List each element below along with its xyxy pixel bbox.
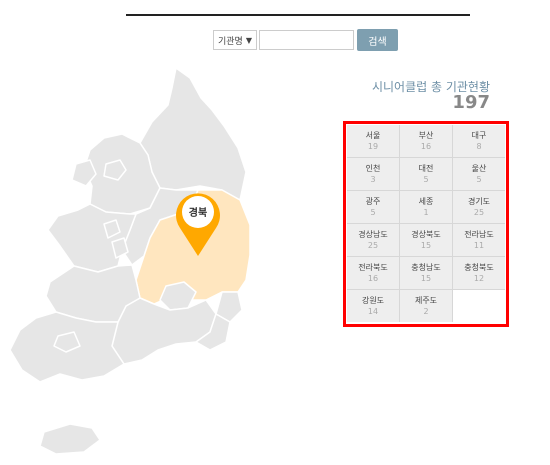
search-input[interactable] bbox=[259, 30, 354, 50]
region-cell[interactable]: 전라남도 11 bbox=[453, 224, 505, 256]
top-divider bbox=[126, 14, 470, 16]
region-name: 전라북도 bbox=[358, 263, 388, 272]
region-cell[interactable]: 광주 5 bbox=[347, 191, 399, 223]
region-name: 부산 bbox=[418, 131, 434, 140]
search-type-value: 기관명 bbox=[218, 36, 243, 47]
region-count: 16 bbox=[420, 142, 432, 151]
region-name: 경상북도 bbox=[411, 230, 441, 239]
region-cell[interactable]: 전라북도 16 bbox=[347, 257, 399, 289]
region-name: 경기도 bbox=[467, 197, 491, 206]
region-count: 2 bbox=[423, 307, 429, 316]
search-button[interactable]: 검색 bbox=[357, 29, 398, 51]
region-gyeongnam[interactable] bbox=[111, 297, 217, 365]
region-count: 1 bbox=[423, 208, 429, 217]
region-cell[interactable]: 경상남도 25 bbox=[347, 224, 399, 256]
region-list-highlight: 서울 19 부산 16 대구 8 인천 3 대전 5 울산 5 광주 5 세종 1 경기도 25 … bbox=[343, 121, 509, 327]
region-count: 5 bbox=[476, 175, 482, 184]
region-name: 충청남도 bbox=[411, 263, 441, 272]
region-count: 3 bbox=[370, 175, 376, 184]
region-count: 25 bbox=[367, 241, 379, 250]
region-cell[interactable]: 세종 1 bbox=[400, 191, 452, 223]
region-name: 전라남도 bbox=[464, 230, 494, 239]
region-name: 충청북도 bbox=[464, 263, 494, 272]
korea-map: 경북 bbox=[9, 67, 251, 455]
region-name: 대전 bbox=[418, 164, 434, 173]
region-cell[interactable]: 서울 19 bbox=[347, 125, 399, 157]
region-cell[interactable]: 부산 16 bbox=[400, 125, 452, 157]
region-cell[interactable]: 충청북도 12 bbox=[453, 257, 505, 289]
search-type-select[interactable]: 기관명 ▼ bbox=[213, 30, 257, 50]
region-cell[interactable]: 대전 5 bbox=[400, 158, 452, 190]
region-name: 경상남도 bbox=[358, 230, 388, 239]
region-cell[interactable]: 강원도 14 bbox=[347, 290, 399, 322]
region-count: 16 bbox=[367, 274, 379, 283]
search-bar: 기관명 ▼ 검색 bbox=[213, 29, 398, 51]
region-count: 12 bbox=[473, 274, 485, 283]
empty-cell bbox=[453, 290, 505, 322]
pin-label: 경북 bbox=[189, 206, 207, 219]
region-count: 14 bbox=[367, 307, 379, 316]
region-cell[interactable]: 경기도 25 bbox=[453, 191, 505, 223]
region-cell[interactable]: 울산 5 bbox=[453, 158, 505, 190]
region-count: 8 bbox=[476, 142, 482, 151]
region-cell[interactable]: 경상북도 15 bbox=[400, 224, 452, 256]
region-name: 인천 bbox=[365, 164, 381, 173]
region-count: 5 bbox=[423, 175, 429, 184]
region-cell[interactable]: 대구 8 bbox=[453, 125, 505, 157]
region-cell[interactable]: 인천 3 bbox=[347, 158, 399, 190]
region-name: 대구 bbox=[471, 131, 487, 140]
dropdown-arrow-icon: ▼ bbox=[245, 35, 252, 45]
region-name: 광주 bbox=[365, 197, 381, 206]
region-grid: 서울 19 부산 16 대구 8 인천 3 대전 5 울산 5 광주 5 세종 1 경기도 25 … bbox=[347, 125, 505, 322]
region-cell[interactable]: 제주도 2 bbox=[400, 290, 452, 322]
region-name: 세종 bbox=[418, 197, 434, 206]
region-jeju[interactable] bbox=[39, 423, 101, 455]
region-name: 강원도 bbox=[361, 296, 385, 305]
region-count: 15 bbox=[420, 274, 432, 283]
region-count: 19 bbox=[367, 142, 379, 151]
region-count: 15 bbox=[420, 241, 432, 250]
region-count: 11 bbox=[473, 241, 485, 250]
region-count: 5 bbox=[370, 208, 376, 217]
summary-total: 197 bbox=[452, 92, 490, 113]
region-name: 서울 bbox=[365, 131, 381, 140]
region-count: 25 bbox=[473, 208, 485, 217]
region-name: 울산 bbox=[471, 164, 487, 173]
region-name: 제주도 bbox=[414, 296, 438, 305]
region-cell[interactable]: 충청남도 15 bbox=[400, 257, 452, 289]
